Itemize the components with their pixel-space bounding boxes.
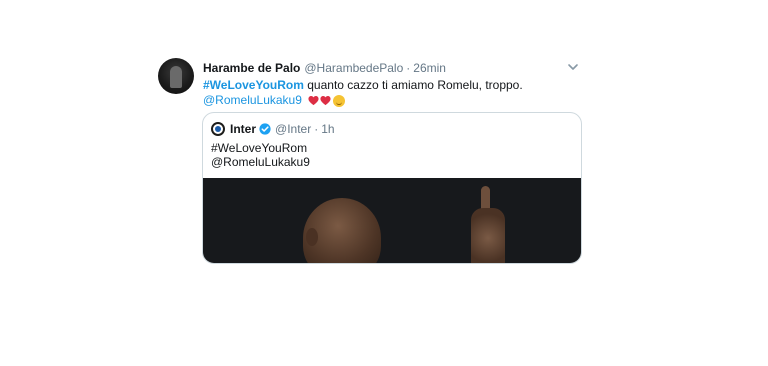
separator-dot: · [406,61,411,75]
player-ear [306,228,318,246]
separator-dot: · [314,122,319,136]
red-heart-icon [320,96,331,106]
timestamp[interactable]: 26min [413,61,446,75]
quoted-tweet-card[interactable]: Inter @Inter · 1h #WeLoveYouRom @RomeluL… [202,112,582,264]
quoted-tweet-header: Inter @Inter · 1h [211,121,335,137]
avatar[interactable] [158,58,194,94]
inter-logo-avatar [211,122,225,136]
quoted-tweet-hashtag: #WeLoveYouRom [211,141,308,155]
tweet-text-line-2: @RomeluLukaku9 [203,93,346,107]
tweet-text: quanto cazzo ti amiamo Romelu, troppo. [307,78,523,92]
user-name[interactable]: Harambe de Palo [203,61,300,75]
quoted-tweet-media[interactable] [203,178,581,263]
player-hand [471,208,505,263]
hashtag-link[interactable]: #WeLoveYouRom [203,78,304,92]
verified-badge-icon [259,123,271,135]
emoji-group [308,94,346,107]
smiling-face-with-hearts-icon [333,94,346,107]
red-heart-icon [308,96,319,106]
tweet-header: Harambe de Palo @HarambedePalo · 26min [203,60,573,76]
quoted-tweet-mention: @RomeluLukaku9 [211,155,310,169]
quoted-user-handle: @Inter [275,122,312,136]
mention-link[interactable]: @RomeluLukaku9 [203,93,302,107]
chevron-down-icon[interactable] [567,62,579,72]
avatar-figure [170,66,182,88]
user-handle[interactable]: @HarambedePalo [304,61,403,75]
quoted-timestamp: 1h [321,122,335,136]
quoted-user-name: Inter [230,122,257,136]
tweet-text-line-1: #WeLoveYouRom quanto cazzo ti amiamo Rom… [203,78,523,92]
